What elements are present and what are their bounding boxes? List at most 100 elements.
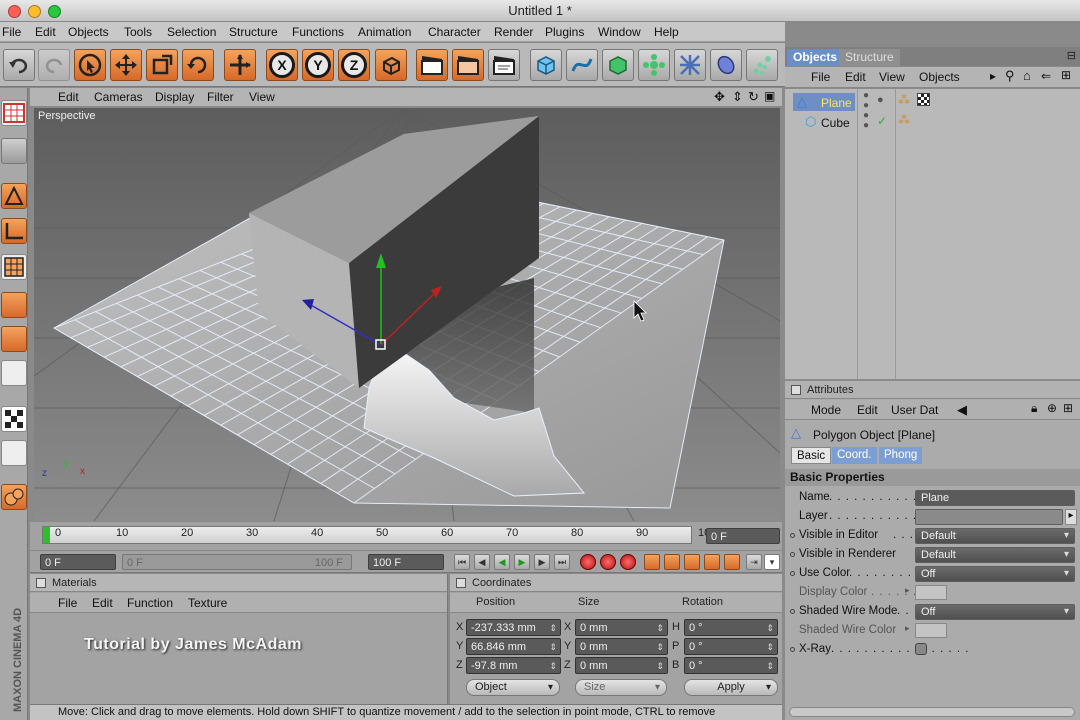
visibility-dots-icon[interactable]: ● ● bbox=[863, 91, 869, 111]
shaded-wire-mode-dropdown[interactable]: Off bbox=[915, 604, 1075, 620]
enable-icon[interactable]: ● bbox=[877, 94, 884, 106]
materials-menu-edit[interactable]: Edit bbox=[92, 596, 113, 610]
size-y-field[interactable]: 0 mm bbox=[575, 638, 668, 655]
use-color-dropdown[interactable]: Off bbox=[915, 566, 1075, 582]
tab-structure[interactable]: Structure bbox=[839, 49, 900, 66]
current-frame-field[interactable]: 0 F bbox=[706, 528, 780, 544]
materials-menu-file[interactable]: File bbox=[58, 596, 77, 610]
live-selection-icon[interactable] bbox=[74, 49, 106, 81]
objects-menu-objects[interactable]: Objects bbox=[919, 70, 960, 84]
attributes-menu-user-data[interactable]: User Dat bbox=[891, 403, 938, 417]
render-picture-viewer-icon[interactable] bbox=[452, 49, 484, 81]
objects-menu-file[interactable]: File bbox=[811, 70, 830, 84]
go-to-end-icon[interactable]: ⏭ bbox=[554, 554, 570, 570]
key-pla-icon[interactable] bbox=[724, 554, 740, 570]
attributes-menu-edit[interactable]: Edit bbox=[857, 403, 878, 417]
previous-frame-icon[interactable]: ◀ bbox=[474, 554, 490, 570]
deformer-icon[interactable] bbox=[674, 49, 706, 81]
world-axis-icon[interactable] bbox=[224, 49, 256, 81]
min-time-field[interactable]: 0 F bbox=[40, 554, 116, 570]
position-x-field[interactable]: -237.333 mm bbox=[466, 619, 561, 636]
sculpt-icon[interactable] bbox=[1, 484, 27, 510]
cube-primitive-icon[interactable] bbox=[530, 49, 562, 81]
home-icon[interactable]: ⌂ bbox=[1023, 68, 1031, 83]
attributes-menu-mode[interactable]: Mode bbox=[811, 403, 841, 417]
panel-toggle-icon[interactable] bbox=[456, 578, 466, 588]
viewport-pan-icon[interactable]: ✥ bbox=[714, 89, 725, 105]
size-z-field[interactable]: 0 mm bbox=[575, 657, 668, 674]
display-color-swatch[interactable] bbox=[915, 585, 947, 600]
objects-menu-view[interactable]: View bbox=[879, 70, 905, 84]
layer-menu-icon[interactable]: ▸ bbox=[1065, 509, 1077, 525]
shaded-wire-color-swatch[interactable] bbox=[915, 623, 947, 638]
timeline-playhead[interactable] bbox=[43, 527, 50, 543]
timeline-ruler[interactable]: 0 10 20 30 40 50 60 70 80 90 10 bbox=[42, 526, 710, 544]
expand-arrow-icon[interactable]: ▸ bbox=[905, 623, 910, 634]
preview-range-slider[interactable]: 0 F 100 F bbox=[122, 554, 352, 570]
points-mode-icon[interactable] bbox=[1, 183, 27, 209]
key-rotation-icon[interactable] bbox=[684, 554, 700, 570]
coordinate-system-icon[interactable] bbox=[375, 49, 407, 81]
viewport-menu-filter[interactable]: Filter bbox=[207, 90, 234, 104]
size-mode-dropdown[interactable]: Size bbox=[575, 679, 667, 696]
tab-coord[interactable]: Coord. bbox=[832, 447, 877, 464]
environment-icon[interactable] bbox=[746, 49, 778, 81]
viewport-menu-view[interactable]: View bbox=[249, 90, 275, 104]
menu-file[interactable]: File bbox=[2, 25, 21, 39]
nurbs-icon[interactable] bbox=[602, 49, 634, 81]
play-forward-icon[interactable]: ▶ bbox=[514, 554, 530, 570]
snapping-icon[interactable] bbox=[1, 406, 27, 432]
name-field[interactable]: Plane bbox=[915, 490, 1075, 506]
rotation-b-field[interactable]: 0 ° bbox=[684, 657, 778, 674]
materials-menu-function[interactable]: Function bbox=[127, 596, 173, 610]
menu-selection[interactable]: Selection bbox=[167, 25, 216, 39]
menu-plugins[interactable]: Plugins bbox=[545, 25, 584, 39]
menu-structure[interactable]: Structure bbox=[229, 25, 278, 39]
expand-arrow-icon[interactable]: ▸ bbox=[905, 585, 910, 596]
lock-icon[interactable]: 🔒︎ bbox=[1031, 401, 1037, 416]
rotation-h-field[interactable]: 0 ° bbox=[684, 619, 778, 636]
menu-render[interactable]: Render bbox=[494, 25, 533, 39]
render-view-icon[interactable] bbox=[416, 49, 448, 81]
materials-menu-texture[interactable]: Texture bbox=[188, 596, 227, 610]
object-row-plane[interactable]: △ Plane ● ● ● ⁂ bbox=[785, 91, 1080, 113]
panel-options-icon[interactable]: ⊟ bbox=[1067, 49, 1076, 62]
visible-in-editor-dropdown[interactable]: Default bbox=[915, 528, 1075, 544]
menu-tools[interactable]: Tools bbox=[124, 25, 152, 39]
x-axis-lock-icon[interactable]: X bbox=[266, 49, 298, 81]
pin-icon[interactable]: ⊕ bbox=[1047, 401, 1057, 415]
autokey-icon[interactable] bbox=[600, 554, 616, 570]
render-settings-icon[interactable] bbox=[488, 49, 520, 81]
z-axis-lock-icon[interactable]: Z bbox=[338, 49, 370, 81]
menu-edit[interactable]: Edit bbox=[35, 25, 56, 39]
record-keys-icon[interactable] bbox=[580, 554, 596, 570]
animation-mode-icon[interactable] bbox=[1, 326, 27, 352]
tags-icon[interactable]: ⁂ bbox=[898, 113, 910, 127]
viewport-zoom-icon[interactable]: ⇕ bbox=[732, 89, 743, 105]
attributes-scrollbar[interactable] bbox=[789, 707, 1075, 717]
redo-icon[interactable] bbox=[38, 49, 70, 81]
spline-icon[interactable] bbox=[566, 49, 598, 81]
perspective-viewport[interactable]: Perspective z y x bbox=[34, 108, 780, 521]
viewport-menu-cameras[interactable]: Cameras bbox=[94, 90, 143, 104]
scale-icon[interactable] bbox=[146, 49, 178, 81]
move-icon[interactable] bbox=[110, 49, 142, 81]
position-y-field[interactable]: 66.846 mm bbox=[466, 638, 561, 655]
back-icon[interactable]: ⇐ bbox=[1041, 69, 1051, 83]
max-time-field[interactable]: 100 F bbox=[368, 554, 444, 570]
key-parameter-icon[interactable] bbox=[704, 554, 720, 570]
edges-mode-icon[interactable] bbox=[1, 218, 27, 244]
panel-toggle-icon[interactable] bbox=[36, 578, 46, 588]
texture-mode-icon[interactable] bbox=[1, 138, 27, 164]
model-mode-icon[interactable] bbox=[1, 100, 27, 126]
viewport-menu-display[interactable]: Display bbox=[155, 90, 194, 104]
viewport-maximize-icon[interactable]: ▣ bbox=[764, 89, 775, 103]
menu-objects[interactable]: Objects bbox=[68, 25, 109, 39]
object-axis-icon[interactable] bbox=[1, 292, 27, 318]
scene-icon[interactable] bbox=[710, 49, 742, 81]
objects-menu-edit[interactable]: Edit bbox=[845, 70, 866, 84]
key-scale-icon[interactable] bbox=[664, 554, 680, 570]
menu-help[interactable]: Help bbox=[654, 25, 679, 39]
tab-objects[interactable]: Objects bbox=[787, 49, 844, 66]
go-to-start-icon[interactable]: ⏮ bbox=[454, 554, 470, 570]
